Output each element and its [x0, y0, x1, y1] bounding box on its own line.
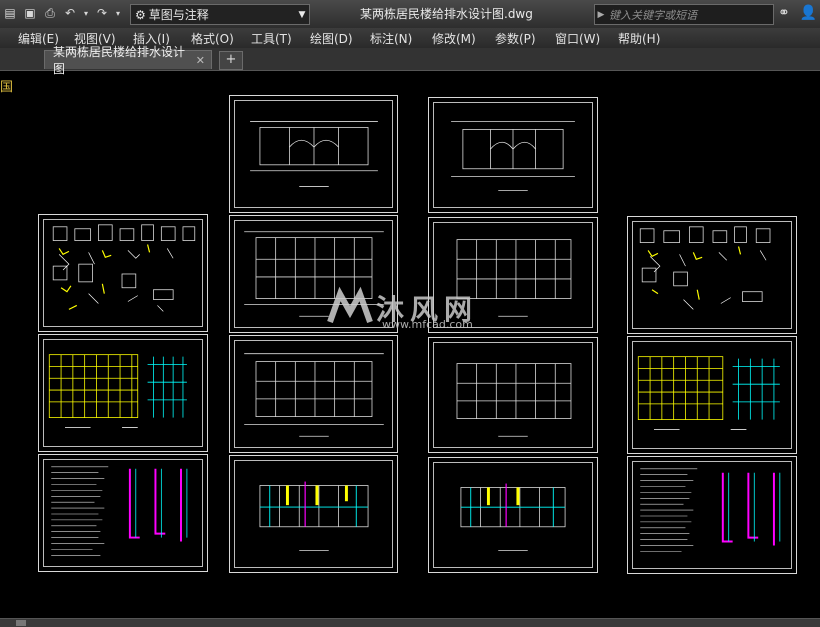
drawing-content	[52, 224, 196, 312]
drawing-content	[460, 483, 566, 551]
watermark-logo-icon	[327, 286, 373, 324]
close-icon[interactable]: ✕	[196, 54, 205, 67]
drawing-sheet-basement-plan-2[interactable]	[428, 457, 598, 573]
menu-item-tools[interactable]: 工具(T)	[251, 30, 292, 47]
menu-item-help[interactable]: 帮助(H)	[618, 30, 660, 47]
drawing-sheet-basement-plan-1[interactable]	[229, 455, 398, 573]
drawing-sheet-roof-plan-2[interactable]	[428, 97, 598, 213]
drawing-content	[639, 226, 771, 310]
save-icon[interactable]: ▣	[22, 5, 38, 21]
workspace-label: 草图与注释	[148, 8, 209, 22]
drawing-content	[456, 363, 572, 437]
drawing-content	[48, 354, 187, 428]
new-file-icon[interactable]: ▤	[2, 5, 18, 21]
menu-item-dimension[interactable]: 标注(N)	[370, 30, 412, 47]
drawing-sheet-floor-plan-4[interactable]	[428, 337, 598, 453]
viewport-label: 国	[0, 80, 14, 95]
watermark: 沐风网 www.mfcad.com	[326, 284, 496, 334]
user-icon[interactable]: 👤	[800, 5, 817, 21]
binoculars-icon[interactable]: ⚭	[778, 5, 790, 21]
window-title: 某两栋居民楼给排水设计图.dwg	[360, 7, 533, 21]
menu-item-window[interactable]: 窗口(W)	[555, 30, 600, 47]
drawing-content	[250, 121, 378, 187]
redo-icon[interactable]: ↷	[94, 5, 110, 21]
drawing-content	[640, 468, 781, 552]
quick-access-toolbar: ▤ ▣ ⎙ ↶ ▾ ↷ ▾	[2, 5, 122, 21]
chevron-down-icon: ▼	[298, 9, 306, 20]
drawing-content	[451, 121, 575, 191]
drawing-content	[51, 466, 188, 556]
chevron-right-icon: ▶	[597, 9, 605, 20]
watermark-url: www.mfcad.com	[382, 318, 473, 331]
document-tab-bar: 某两栋居民楼给排水设计图 ✕ +	[0, 45, 820, 76]
drawing-content	[244, 353, 384, 437]
drawing-sheet-notes-1[interactable]	[38, 454, 208, 572]
add-tab-button[interactable]: +	[219, 51, 243, 70]
scrollbar-thumb[interactable]	[16, 620, 26, 626]
menu-item-parameters[interactable]: 参数(P)	[495, 30, 536, 47]
undo-icon[interactable]: ↶	[62, 5, 78, 21]
undo-dropdown-icon[interactable]: ▾	[82, 5, 90, 21]
drawing-content	[259, 481, 369, 551]
drawing-sheet-notes-2[interactable]	[627, 456, 797, 574]
tab-document[interactable]: 某两栋居民楼给排水设计图 ✕	[44, 45, 212, 76]
drawing-sheet-floor-plan-2[interactable]	[229, 335, 398, 453]
drawing-sheet-roof-plan-1[interactable]	[229, 95, 398, 213]
drawing-content	[637, 356, 780, 430]
drawing-sheet-axonometric-2[interactable]	[627, 216, 797, 334]
title-bar: ▤ ▣ ⎙ ↶ ▾ ↷ ▾ ⚙ 草图与注释 ▼ 某两栋居民楼给排水设计图.dwg…	[0, 0, 820, 28]
menu-item-modify[interactable]: 修改(M)	[432, 30, 476, 47]
menu-item-format[interactable]: 格式(O)	[191, 30, 234, 47]
drawing-sheet-riser-1[interactable]	[38, 334, 208, 452]
drawing-sheet-riser-2[interactable]	[627, 336, 797, 454]
gear-icon: ⚙	[135, 7, 146, 22]
search-input[interactable]: ▶ 键入关键字或短语	[594, 4, 774, 25]
menu-item-draw[interactable]: 绘图(D)	[310, 30, 353, 47]
search-placeholder: 键入关键字或短语	[609, 8, 697, 22]
print-icon[interactable]: ⎙	[42, 5, 58, 21]
redo-dropdown-icon[interactable]: ▾	[114, 5, 122, 21]
drawing-sheet-axonometric-1[interactable]	[38, 214, 208, 332]
workspace-selector[interactable]: ⚙ 草图与注释 ▼	[130, 4, 310, 25]
